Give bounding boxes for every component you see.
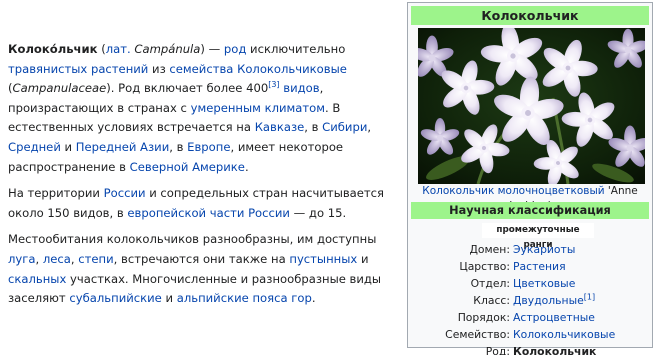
scientific-classification-header: Научная классификация [411, 202, 649, 219]
link-species[interactable]: видов [283, 81, 319, 95]
latin-name: Campánula [134, 42, 201, 56]
text: , в [304, 120, 323, 135]
reference-1[interactable]: [1] [584, 292, 595, 301]
classification-row: Род: Колокольчик [411, 343, 649, 355]
rank-value: Колокольчик [513, 343, 649, 355]
link-genus[interactable]: род [224, 42, 246, 56]
rank-label: Порядок: [457, 311, 510, 324]
genus-name: Колокольчик [513, 345, 597, 355]
link-family-taxon[interactable]: Колокольчиковые [513, 328, 615, 341]
link-alpine-belts[interactable]: альпийские пояса гор [177, 291, 312, 305]
classification-row: Класс: Двудольные[1] [411, 292, 649, 309]
text: . [244, 159, 249, 174]
taxobox-title: Колокольчик [411, 6, 649, 25]
text: и [161, 291, 177, 306]
link-family[interactable]: семейства Колокольчиковые [169, 62, 346, 76]
link-division[interactable]: Цветковые [513, 277, 575, 290]
taxobox: Колокольчик Колокольчик молочноцветковый… [407, 2, 653, 355]
link-steppes[interactable]: степи [78, 252, 113, 266]
text: На территории [8, 186, 104, 201]
link-kingdom[interactable]: Растения [513, 260, 566, 273]
text: ( [97, 42, 106, 56]
rank-label: Отдел: [470, 277, 510, 290]
link-near-asia[interactable]: Передней Азии [76, 140, 169, 154]
link-russia[interactable]: России [104, 186, 146, 200]
paragraph-habitats: Местообитания колокольчиков разнообразны… [8, 230, 396, 308]
link-class[interactable]: Двудольные [513, 294, 584, 307]
text: , [367, 120, 372, 135]
rank-value: Цветковые [513, 275, 649, 292]
link-herbaceous-plants[interactable]: травянистых растений [8, 62, 148, 76]
rank-label: Семейство: [445, 328, 510, 341]
article-body: Колоко́льчик (лат. Campánula) — род искл… [8, 40, 396, 316]
text: . [311, 291, 316, 306]
link-subalpine[interactable]: субальпийские [69, 291, 161, 305]
rank-value: Растения [513, 258, 649, 275]
classification-row: Отдел: Цветковые [411, 275, 649, 292]
link-forests[interactable]: леса [43, 252, 71, 266]
link-deserts[interactable]: пустынных [289, 252, 357, 266]
link-meadows[interactable]: луга [8, 252, 35, 266]
article-subject: Колоко́льчик [8, 42, 98, 56]
link-latin[interactable]: лат. [106, 42, 131, 56]
text: , [35, 251, 43, 266]
link-order[interactable]: Астроцветные [513, 311, 595, 324]
classification-row: Порядок: Астроцветные [411, 309, 649, 326]
paragraph-intro: Колоко́льчик (лат. Campánula) — род искл… [8, 40, 396, 177]
text: и [357, 251, 369, 266]
link-central-asia[interactable]: Средней [8, 140, 61, 154]
paragraph-russia: На территории России и сопредельных стра… [8, 184, 396, 223]
rank-label: Род: [485, 345, 510, 355]
rank-value: Колокольчиковые [513, 326, 649, 343]
text: ) — [200, 42, 224, 56]
rank-label: Домен: [469, 243, 510, 256]
link-caucasus[interactable]: Кавказе [255, 120, 305, 134]
link-european-russia[interactable]: европейской части России [127, 206, 290, 220]
classification-row: Семейство: Колокольчиковые [411, 326, 649, 343]
link-north-america[interactable]: Северной Америке [130, 160, 245, 174]
rank-value: Астроцветные [513, 309, 649, 326]
classification-row: Домен: Эукариоты [411, 241, 649, 258]
text: Местообитания колокольчиков разнообразны… [8, 232, 377, 247]
link-europe[interactable]: Европе [187, 140, 230, 154]
link-domain[interactable]: Эукариоты [513, 243, 575, 256]
text: , встречаются они также на [113, 251, 290, 266]
rank-value: Эукариоты [513, 241, 649, 258]
intermediate-ranks-toggle[interactable]: промежуточные ранги [482, 223, 594, 250]
text: из [148, 61, 170, 76]
text: — до 15. [289, 205, 347, 220]
link-rocky[interactable]: скальных [8, 272, 66, 286]
link-siberia[interactable]: Сибири [322, 120, 367, 134]
text: ). Род включает более 400 [106, 81, 269, 96]
text: исключительно [246, 42, 346, 56]
link-temperate-climate[interactable]: умеренным климатом [191, 101, 325, 115]
family-latin: Campanulaceae [12, 81, 107, 96]
classification-table: Домен: Эукариоты Царство: Растения Отдел… [411, 241, 649, 355]
bellflower-photo[interactable] [418, 28, 645, 184]
rank-label: Класс: [473, 294, 510, 307]
link-caption-species[interactable]: Колокольчик молочноцветковый [422, 185, 604, 197]
classification-row: Царство: Растения [411, 258, 649, 275]
reference-3[interactable]: [3] [268, 80, 279, 89]
rank-label: Царство: [459, 260, 510, 273]
rank-value: Двудольные[1] [513, 292, 649, 309]
text: , в [169, 139, 188, 154]
text: и [60, 139, 76, 154]
